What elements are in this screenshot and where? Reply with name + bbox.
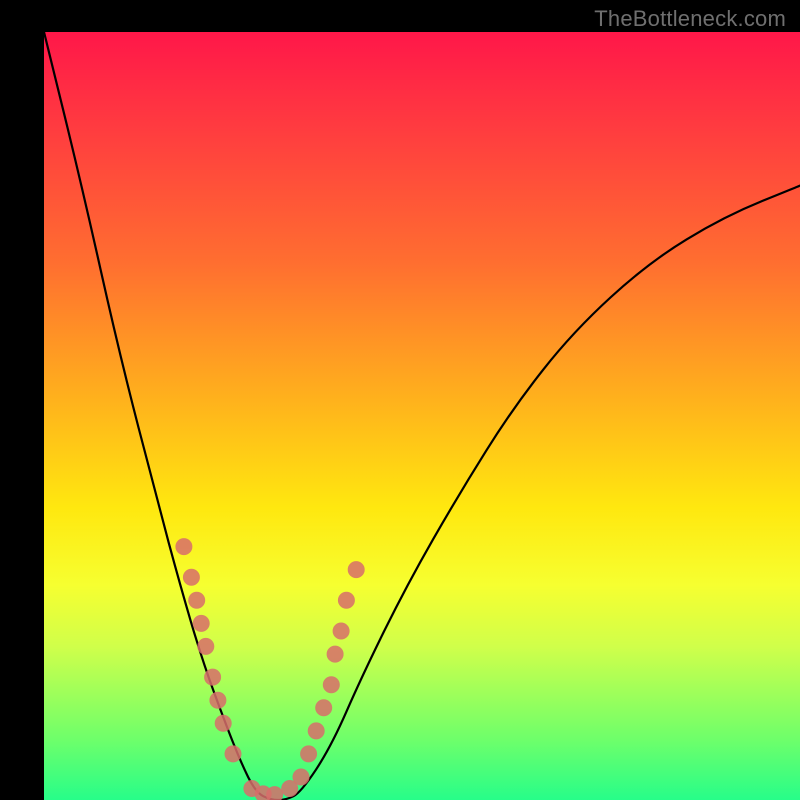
data-point: [327, 646, 343, 662]
data-point: [316, 700, 332, 716]
data-point: [189, 592, 205, 608]
data-point: [301, 746, 317, 762]
data-point: [323, 677, 339, 693]
data-point: [183, 569, 199, 585]
data-point: [176, 539, 192, 555]
data-point: [205, 669, 221, 685]
data-point: [210, 692, 226, 708]
data-point: [198, 638, 214, 654]
watermark-text: TheBottleneck.com: [594, 6, 786, 32]
data-point: [333, 623, 349, 639]
data-points: [176, 539, 364, 800]
data-point: [225, 746, 241, 762]
plot-svg: [44, 32, 800, 800]
data-point: [267, 787, 283, 800]
data-point: [348, 562, 364, 578]
data-point: [308, 723, 324, 739]
data-point: [193, 615, 209, 631]
chart-frame: TheBottleneck.com: [0, 0, 800, 800]
data-point: [338, 592, 354, 608]
data-point: [293, 769, 309, 785]
data-point: [215, 715, 231, 731]
bottleneck-curve: [44, 32, 800, 800]
plot-area: [44, 32, 800, 800]
